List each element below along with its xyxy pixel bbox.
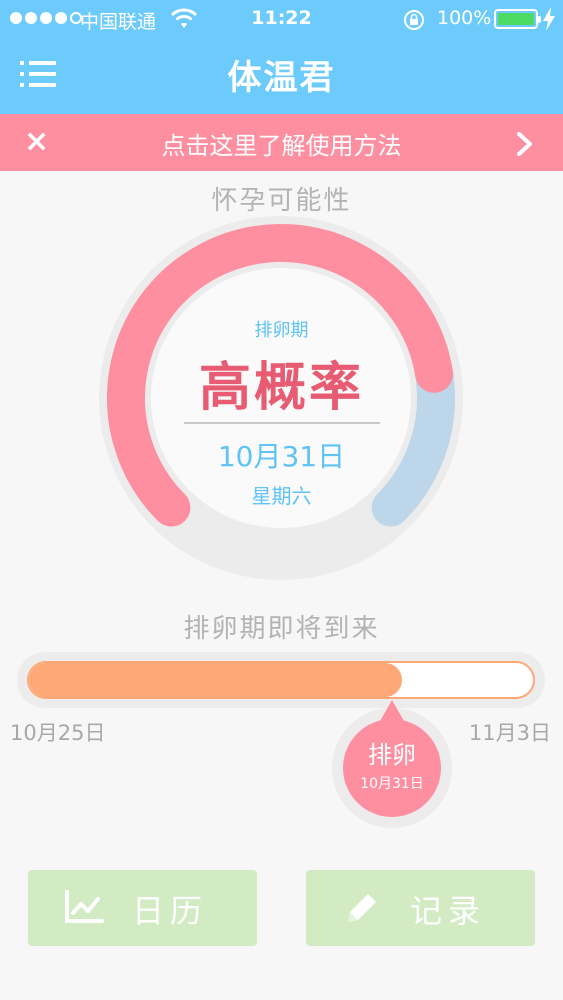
progress-fill — [29, 663, 402, 697]
calendar-button-label: 日历 — [132, 892, 209, 930]
gauge-date: 10月31日 — [217, 440, 346, 473]
page-title: 体温君 — [227, 58, 336, 98]
range-end-date: 11月3日 — [468, 721, 551, 745]
cycle-progress-bar — [17, 652, 545, 708]
range-start-date: 10月25日 — [10, 721, 106, 745]
cycle-label: 排卵期即将到来 — [183, 614, 380, 644]
status-bar: 中国联通 11:22 100% — [0, 0, 563, 38]
gauge-level: 高概率 — [198, 358, 364, 418]
marker-date: 10月31日 — [360, 776, 424, 792]
pencil-icon — [348, 894, 376, 922]
gauge-divider — [184, 422, 380, 424]
progress-inner — [27, 661, 535, 699]
charging-bolt-icon — [543, 7, 555, 31]
gauge-weekday: 星期六 — [251, 484, 312, 508]
top-bar: 中国联通 11:22 100% 体温君 — [0, 0, 563, 114]
chevron-right-icon[interactable] — [514, 132, 536, 156]
tutorial-banner[interactable]: × 点击这里了解使用方法 — [0, 114, 563, 171]
battery-icon — [494, 9, 541, 29]
pregnancy-label: 怀孕可能性 — [211, 186, 352, 216]
record-button[interactable]: 记录 — [306, 870, 535, 946]
gauge-phase: 排卵期 — [254, 320, 309, 341]
record-button-label: 记录 — [410, 892, 487, 930]
banner-text[interactable]: 点击这里了解使用方法 — [0, 126, 563, 161]
battery-percent: 100% — [437, 7, 492, 29]
rotation-lock-icon — [404, 10, 424, 30]
calendar-button[interactable]: 日历 — [28, 870, 257, 946]
line-chart-icon — [65, 890, 104, 923]
marker-label: 排卵 — [368, 741, 416, 769]
